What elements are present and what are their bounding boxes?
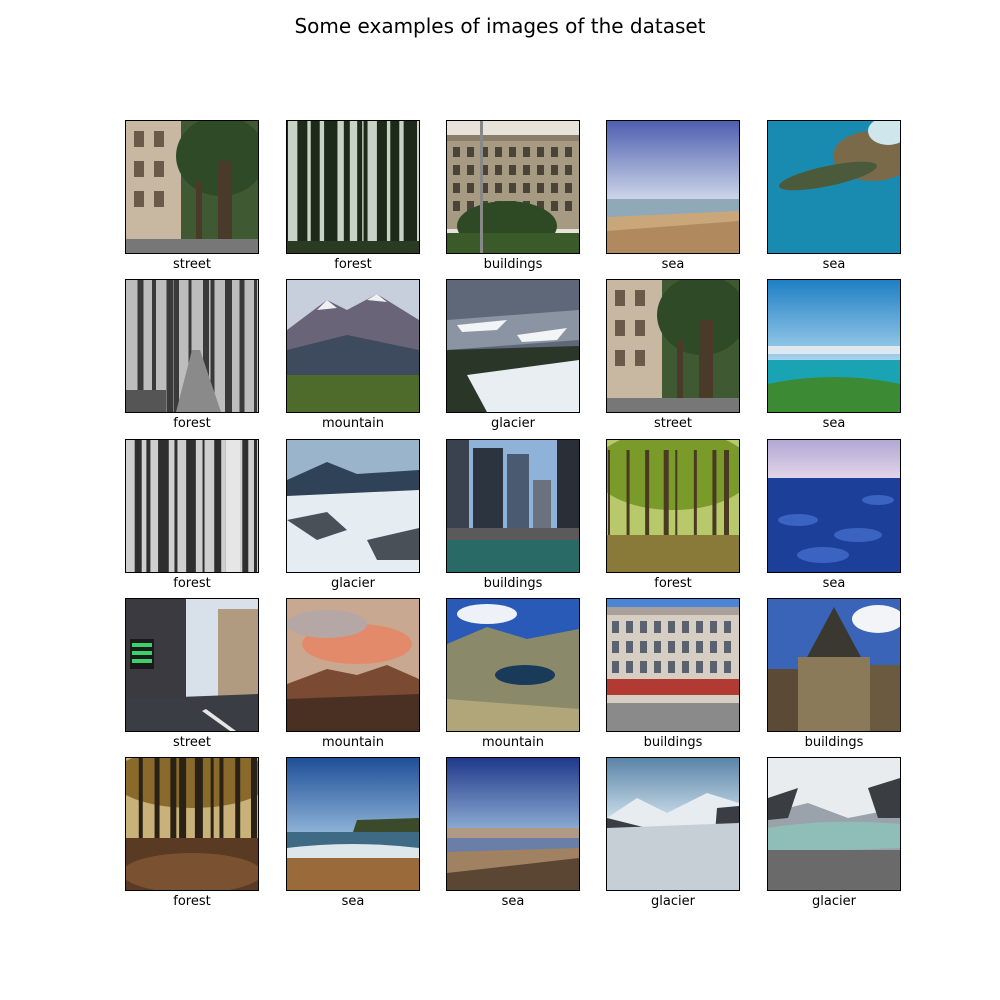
grid-cell: glacier	[767, 757, 901, 909]
image-thumbnail-sea-turtle	[767, 120, 901, 254]
grid-cell: sea	[286, 757, 420, 909]
image-thumbnail-sea-ice	[767, 439, 901, 573]
image-label: sea	[341, 894, 365, 909]
image-thumbnail-glacier-valley	[606, 757, 740, 891]
image-label: forest	[173, 576, 211, 591]
image-label: sea	[501, 894, 525, 909]
grid-cell: buildings	[767, 598, 901, 750]
image-label: glacier	[491, 416, 535, 431]
image-label: sea	[822, 416, 846, 431]
image-label: mountain	[321, 416, 384, 431]
image-label: glacier	[812, 894, 856, 909]
grid-cell: street	[125, 598, 259, 750]
image-thumbnail-forest-autumn	[125, 757, 259, 891]
grid-cell: sea	[767, 279, 901, 431]
image-thumbnail-street	[125, 120, 259, 254]
grid-cell: mountain	[286, 598, 420, 750]
grid-cell: buildings	[606, 598, 740, 750]
image-label: forest	[654, 576, 692, 591]
image-thumbnail-forest-bw	[125, 439, 259, 573]
image-label: forest	[173, 416, 211, 431]
image-thumbnail-buildings-gothic	[767, 598, 901, 732]
image-label: glacier	[331, 576, 375, 591]
image-label: mountain	[321, 735, 384, 750]
image-thumbnail-sea-desert	[446, 757, 580, 891]
grid-cell: buildings	[446, 439, 580, 591]
image-label: buildings	[483, 257, 543, 272]
grid-cell: forest	[125, 279, 259, 431]
image-label: sea	[822, 576, 846, 591]
grid-cell: sea	[767, 439, 901, 591]
image-label: buildings	[804, 735, 864, 750]
image-label: forest	[173, 894, 211, 909]
grid-cell: sea	[606, 120, 740, 272]
image-thumbnail-forest-green	[606, 439, 740, 573]
image-thumbnail-buildings-city	[446, 439, 580, 573]
grid-cell: buildings	[446, 120, 580, 272]
image-thumbnail-glacier-lake	[767, 757, 901, 891]
image-label: forest	[334, 257, 372, 272]
grid-cell: street	[606, 279, 740, 431]
image-thumbnail-street-night	[125, 598, 259, 732]
image-thumbnail-buildings-facade	[606, 598, 740, 732]
grid-cell: mountain	[286, 279, 420, 431]
grid-cell: glacier	[286, 439, 420, 591]
grid-cell: mountain	[446, 598, 580, 750]
grid-cell: forest	[606, 439, 740, 591]
image-label: sea	[822, 257, 846, 272]
grid-cell: forest	[125, 439, 259, 591]
grid-cell: sea	[446, 757, 580, 909]
image-thumbnail-sea-beach	[606, 120, 740, 254]
image-label: buildings	[483, 576, 543, 591]
image-thumbnail-forest	[286, 120, 420, 254]
grid-cell: glacier	[606, 757, 740, 909]
image-label: street	[172, 735, 212, 750]
image-thumbnail-forest-bw-path	[125, 279, 259, 413]
image-label: glacier	[651, 894, 695, 909]
image-label: street	[172, 257, 212, 272]
image-thumbnail-sea-cliff	[286, 757, 420, 891]
image-thumbnail-buildings	[446, 120, 580, 254]
image-label: sea	[661, 257, 685, 272]
image-thumbnail-street	[606, 279, 740, 413]
image-grid: street forest buildings sea sea forest mountai…	[0, 0, 1000, 1000]
image-thumbnail-sea-horizon	[767, 279, 901, 413]
image-thumbnail-mountain-sunset	[286, 598, 420, 732]
grid-cell: forest	[125, 757, 259, 909]
image-thumbnail-glacier	[446, 279, 580, 413]
image-thumbnail-glacier-snow	[286, 439, 420, 573]
image-thumbnail-mountain	[286, 279, 420, 413]
grid-cell: sea	[767, 120, 901, 272]
image-thumbnail-mountain-lake	[446, 598, 580, 732]
grid-cell: forest	[286, 120, 420, 272]
image-label: buildings	[643, 735, 703, 750]
image-label: street	[653, 416, 693, 431]
grid-cell: glacier	[446, 279, 580, 431]
grid-cell: street	[125, 120, 259, 272]
image-label: mountain	[481, 735, 544, 750]
